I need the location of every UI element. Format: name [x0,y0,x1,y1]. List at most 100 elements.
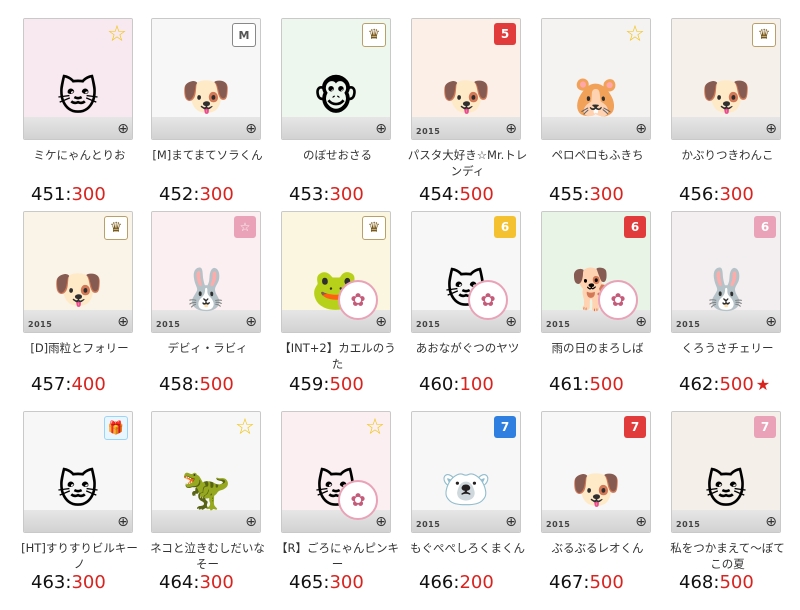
item-card[interactable]: 🐕 6 ✿ 2015 ⊕ 雨の日のまろしば 461:500 [535,205,665,400]
item-name[interactable]: かぶりつきわんこ [665,147,790,163]
item-name[interactable]: のぼせおさる [275,147,400,163]
crown-badge-icon: ♛ [362,23,386,47]
rank-badge-icon: 6 [624,216,646,238]
item-thumbnail[interactable]: 🐹 ☆ ⊕ [541,18,651,140]
item-thumbnail[interactable]: 🐰 6 2015 ⊕ [671,211,781,333]
item-card[interactable]: 🐶 5 2015 ⊕ パスタ大好き☆Mr.トレンディ 454:500 [405,12,535,207]
dog-icon: 🐶 [53,267,103,313]
dog-icon: 🐶 [571,467,621,513]
item-name[interactable]: 雨の日のまろしば [535,340,660,356]
zoom-icon[interactable]: ⊕ [375,514,387,530]
zoom-icon[interactable]: ⊕ [635,514,647,530]
item-card[interactable]: 🐱 6 ✿ 2015 ⊕ あおながぐつのヤツ 460:100 [405,205,535,400]
zoom-icon[interactable]: ⊕ [765,121,777,137]
zoom-icon[interactable]: ⊕ [635,314,647,330]
item-card[interactable]: 🐱 ☆ ⊕ ミケにゃんとりお 451:300 [17,12,147,207]
item-thumbnail[interactable]: 🐶 ♛ 2015 ⊕ [23,211,133,333]
item-name[interactable]: 【INT+2】カエルのうた [275,340,400,372]
item-name[interactable]: もぐぺぺしろくまくん [405,540,530,556]
item-name[interactable]: ミケにゃんとりお [17,147,142,163]
item-name[interactable]: 【R】ごろにゃんピンキー [275,540,400,572]
item-price: 460:100 [419,374,494,395]
item-thumbnail[interactable]: 🐶 7 2015 ⊕ [541,411,651,533]
item-name[interactable]: ネコと泣きむしだいなそー [145,540,270,572]
item-thumbnail[interactable]: 🐶 ♛ ⊕ [671,18,781,140]
year-label: 2015 [546,520,571,529]
star-badge-icon: ☆ [625,21,645,47]
item-name[interactable]: あおながぐつのヤツ [405,340,530,356]
item-card[interactable]: 🐶 ♛ 2015 ⊕ [D]雨粒とフォリー 457:400 [17,205,147,400]
item-card[interactable]: 🐰 ☆ 2015 ⊕ デビィ・ラビィ 458:500 [145,205,275,400]
item-price: 451:300 [31,184,106,205]
cat-icon: 🐱 [705,467,747,513]
item-name[interactable]: くろうさチェリー [665,340,790,356]
year-label: 2015 [546,320,571,329]
dog-icon: 🐶 [701,74,751,120]
item-name[interactable]: [M]まてまてソラくん [145,147,270,163]
logo-badge-icon: M [232,23,256,47]
item-name[interactable]: ペロペロもふきち [535,147,660,163]
item-thumbnail[interactable]: 🐶 M ⊕ [151,18,261,140]
zoom-icon[interactable]: ⊕ [375,314,387,330]
item-thumbnail[interactable]: 🐶 5 2015 ⊕ [411,18,521,140]
item-thumbnail[interactable]: 🐱 ☆ ✿ ⊕ [281,411,391,533]
zoom-icon[interactable]: ⊕ [245,514,257,530]
item-price: 458:500 [159,374,234,395]
item-price: 461:500 [549,374,624,395]
item-card[interactable]: 🐵 ♛ ⊕ のぼせおさる 453:300 [275,12,405,207]
item-price: 464:300 [159,572,234,593]
zoom-icon[interactable]: ⊕ [245,121,257,137]
item-thumbnail[interactable]: 🐕 6 ✿ 2015 ⊕ [541,211,651,333]
item-card[interactable]: 🐸 ♛ ✿ ⊕ 【INT+2】カエルのうた 459:500 [275,205,405,400]
item-price: 453:300 [289,184,364,205]
year-label: 2015 [416,520,441,529]
item-card[interactable]: 🐶 M ⊕ [M]まてまてソラくん 452:300 [145,12,275,207]
zoom-icon[interactable]: ⊕ [117,514,129,530]
zoom-icon[interactable]: ⊕ [375,121,387,137]
zoom-icon[interactable]: ⊕ [117,314,129,330]
zoom-icon[interactable]: ⊕ [505,314,517,330]
item-card[interactable]: 🐱 🎁 ⊕ [HT]すりすりビルキーノ 463:300 [17,405,147,600]
year-label: 2015 [416,320,441,329]
rank-badge-icon: 7 [624,416,646,438]
gift-icon: ✿ [598,280,638,320]
item-card[interactable]: 🐶 7 2015 ⊕ ぶるぶるレオくん 467:500 [535,405,665,600]
item-card[interactable]: 🐶 ♛ ⊕ かぶりつきわんこ 456:300 [665,12,795,207]
item-name[interactable]: デビィ・ラビィ [145,340,270,356]
item-thumbnail[interactable]: 🐰 ☆ 2015 ⊕ [151,211,261,333]
item-price: 467:500 [549,572,624,593]
rank-badge-icon: 7 [754,416,776,438]
item-name[interactable]: [D]雨粒とフォリー [17,340,142,356]
item-thumbnail[interactable]: 🐱 6 ✿ 2015 ⊕ [411,211,521,333]
star-badge-icon: ☆ [107,21,127,47]
item-name[interactable]: パスタ大好き☆Mr.トレンディ [405,147,530,179]
zoom-icon[interactable]: ⊕ [635,121,647,137]
item-thumbnail[interactable]: 🐱 🎁 ⊕ [23,411,133,533]
zoom-icon[interactable]: ⊕ [765,514,777,530]
item-price: 457:400 [31,374,106,395]
item-thumbnail[interactable]: 🐸 ♛ ✿ ⊕ [281,211,391,333]
item-card[interactable]: 🦖 ☆ ⊕ ネコと泣きむしだいなそー 464:300 [145,405,275,600]
item-card[interactable]: 🐱 ☆ ✿ ⊕ 【R】ごろにゃんピンキー 465:300 [275,405,405,600]
item-thumbnail[interactable]: 🐱 ☆ ⊕ [23,18,133,140]
gift-badge-icon: 🎁 [104,416,128,440]
item-name[interactable]: ぶるぶるレオくん [535,540,660,556]
item-thumbnail[interactable]: 🐵 ♛ ⊕ [281,18,391,140]
item-thumbnail[interactable]: 🐱 7 2015 ⊕ [671,411,781,533]
zoom-icon[interactable]: ⊕ [505,121,517,137]
item-thumbnail[interactable]: 🐻‍❄️ 7 2015 ⊕ [411,411,521,533]
star-badge-icon: ☆ [235,414,255,440]
item-name[interactable]: 私をつかまえて〜ぼてこの夏 [665,540,790,572]
star-badge-icon: ☆ [234,216,256,238]
zoom-icon[interactable]: ⊕ [117,121,129,137]
zoom-icon[interactable]: ⊕ [245,314,257,330]
item-card[interactable]: 🐱 7 2015 ⊕ 私をつかまえて〜ぼてこの夏 468:500 [665,405,795,600]
item-card[interactable]: 🐹 ☆ ⊕ ペロペロもふきち 455:300 [535,12,665,207]
item-thumbnail[interactable]: 🦖 ☆ ⊕ [151,411,261,533]
year-label: 2015 [28,320,53,329]
zoom-icon[interactable]: ⊕ [765,314,777,330]
zoom-icon[interactable]: ⊕ [505,514,517,530]
item-card[interactable]: 🐰 6 2015 ⊕ くろうさチェリー 462:500 ★ [665,205,795,400]
item-name[interactable]: [HT]すりすりビルキーノ [17,540,142,572]
item-card[interactable]: 🐻‍❄️ 7 2015 ⊕ もぐぺぺしろくまくん 466:200 [405,405,535,600]
